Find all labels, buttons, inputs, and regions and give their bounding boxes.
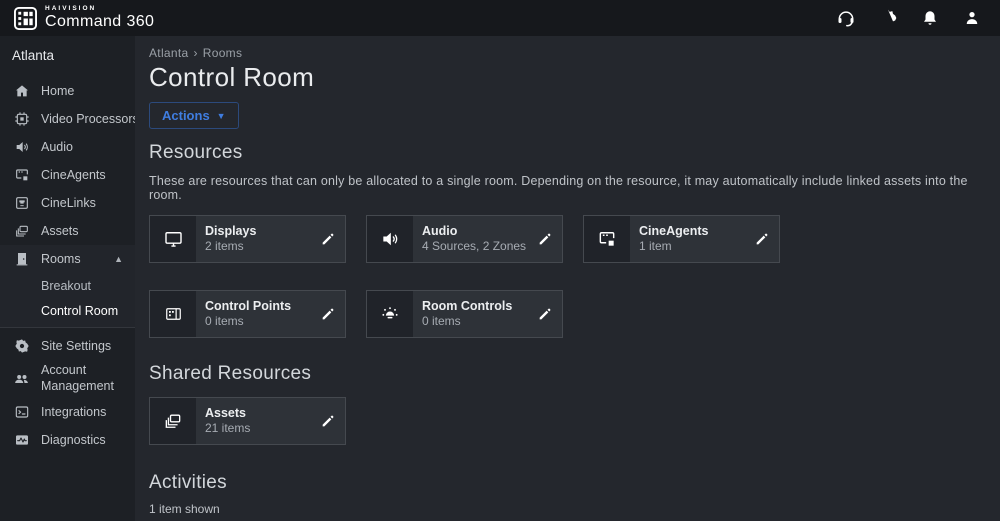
shared-resources-cards: Assets 21 items <box>149 397 982 472</box>
sidebar-item-control-room[interactable]: Control Room <box>0 298 135 323</box>
settings-gear-icon[interactable] <box>878 8 898 28</box>
chevron-up-icon: ▲ <box>114 254 123 264</box>
assets-layers-icon <box>13 223 30 240</box>
resources-section-title: Resources <box>149 142 982 164</box>
sidebar-item-cineagents[interactable]: CineAgents <box>0 161 135 189</box>
sidebar-item-account-management[interactable]: Account Management <box>0 360 135 398</box>
cineagents-icon <box>13 167 30 184</box>
breadcrumb-atlanta[interactable]: Atlanta <box>149 46 188 60</box>
diagnostics-pulse-icon <box>13 432 30 449</box>
audio-icon <box>367 216 413 262</box>
assets-icon <box>150 398 196 444</box>
resource-card-room-controls: Room Controls 0 items <box>366 290 563 338</box>
breadcrumb: Atlanta›Rooms <box>149 46 982 60</box>
sidebar-item-breakout[interactable]: Breakout <box>0 273 135 298</box>
breadcrumb-rooms[interactable]: Rooms <box>203 46 243 60</box>
shared-card-assets: Assets 21 items <box>149 397 346 445</box>
resources-cards: Displays 2 items Audio 4 Sources, 2 Zone… <box>149 215 982 365</box>
site-name[interactable]: Atlanta <box>0 36 135 77</box>
audio-speaker-icon <box>13 139 30 156</box>
top-bar: HAIVISION Command 360 <box>0 0 1000 36</box>
integrations-terminal-icon <box>13 404 30 421</box>
chevron-down-icon: ▼ <box>217 111 226 121</box>
resource-card-audio: Audio 4 Sources, 2 Zones <box>366 215 563 263</box>
sidebar: Atlanta Home Video Processors Audio <box>0 36 135 521</box>
room-controls-icon <box>367 291 413 337</box>
site-settings-gear-icon <box>13 338 30 355</box>
edit-pencil-icon[interactable] <box>311 216 345 262</box>
edit-pencil-icon[interactable] <box>311 291 345 337</box>
rooms-group: Rooms ▲ Breakout Control Room <box>0 245 135 328</box>
support-headset-icon[interactable] <box>836 8 856 28</box>
activities-count: 1 item shown <box>149 502 982 516</box>
sidebar-item-rooms[interactable]: Rooms ▲ <box>0 245 135 273</box>
sidebar-item-site-settings[interactable]: Site Settings <box>0 332 135 360</box>
resource-card-displays: Displays 2 items <box>149 215 346 263</box>
sidebar-item-audio[interactable]: Audio <box>0 133 135 161</box>
brand-haivision-label: HAIVISION <box>45 6 154 13</box>
rooms-door-icon <box>13 251 30 268</box>
account-person-icon[interactable] <box>962 8 982 28</box>
home-icon <box>13 83 30 100</box>
page-title: Control Room <box>149 62 982 93</box>
control-points-icon <box>150 291 196 337</box>
resource-card-cineagents: CineAgents 1 item <box>583 215 780 263</box>
sidebar-item-video-processors[interactable]: Video Processors <box>0 105 135 133</box>
resource-card-control-points: Control Points 0 items <box>149 290 346 338</box>
notifications-bell-icon[interactable] <box>920 8 940 28</box>
video-processor-icon <box>13 111 30 128</box>
actions-button[interactable]: Actions ▼ <box>149 102 239 129</box>
sidebar-item-integrations[interactable]: Integrations <box>0 398 135 426</box>
haivision-logo-icon <box>14 7 37 30</box>
edit-pencil-icon[interactable] <box>528 291 562 337</box>
account-management-users-icon <box>13 371 30 388</box>
brand-logo: HAIVISION Command 360 <box>14 6 154 31</box>
sidebar-item-assets[interactable]: Assets <box>0 217 135 245</box>
cineagents-icon <box>584 216 630 262</box>
sidebar-item-home[interactable]: Home <box>0 77 135 105</box>
resources-description: These are resources that can only be all… <box>149 174 982 202</box>
edit-pencil-icon[interactable] <box>311 398 345 444</box>
sidebar-item-cinelinks[interactable]: CineLinks <box>0 189 135 217</box>
edit-pencil-icon[interactable] <box>528 216 562 262</box>
display-icon <box>150 216 196 262</box>
edit-pencil-icon[interactable] <box>745 216 779 262</box>
shared-resources-section-title: Shared Resources <box>149 363 982 385</box>
main-content: Atlanta›Rooms Control Room Actions ▼ Res… <box>135 36 1000 521</box>
sidebar-item-diagnostics[interactable]: Diagnostics <box>0 426 135 454</box>
brand-command360-label: Command 360 <box>45 14 154 30</box>
activities-section-title: Activities <box>149 472 982 494</box>
cinelinks-icon <box>13 195 30 212</box>
